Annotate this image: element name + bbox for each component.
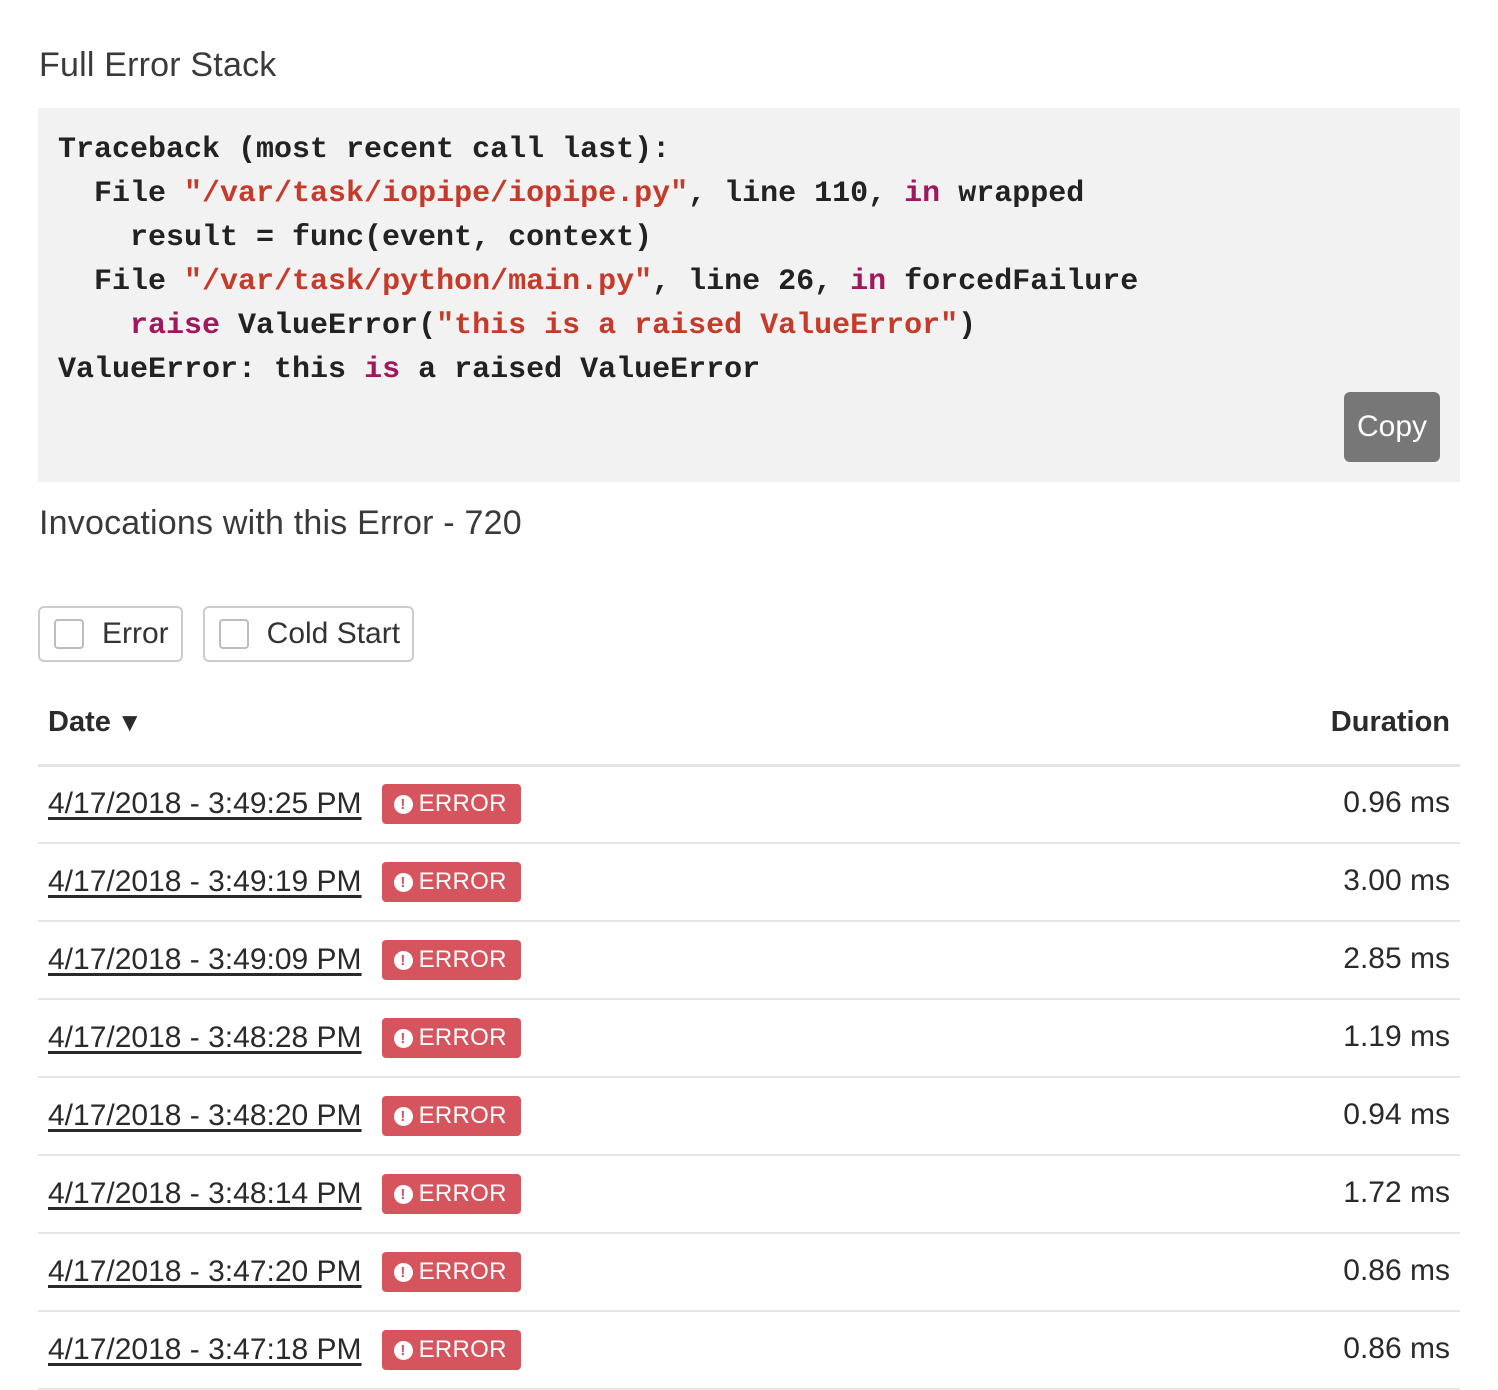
error-badge-label: ERROR	[418, 868, 507, 895]
error-badge-label: ERROR	[418, 790, 507, 817]
error-badge: ! ERROR	[381, 1330, 521, 1370]
stack-line: File "/var/task/iopipe/iopipe.py", line …	[58, 172, 1138, 216]
stack-text: a raised ValueError	[400, 353, 761, 387]
row-date-cell: 4/17/2018 - 3:49:09 PM! ERROR	[48, 940, 521, 980]
error-badge-label: ERROR	[418, 946, 507, 973]
stack-string: "this is a raised ValueError"	[436, 309, 959, 343]
table-row: 4/17/2018 - 3:47:20 PM! ERROR 0.86 ms	[38, 1234, 1460, 1312]
filter-error-label: Error	[102, 617, 169, 650]
stack-text: forcedFailure	[886, 265, 1139, 299]
invocation-date-link[interactable]: 4/17/2018 - 3:49:19 PM	[48, 865, 362, 899]
exclamation-icon: !	[393, 1184, 413, 1204]
stack-text	[58, 309, 130, 343]
stack-line: result = func(event, context)	[58, 216, 1138, 260]
exclamation-icon: !	[393, 1262, 413, 1282]
stack-keyword: is	[364, 353, 401, 387]
error-checkbox[interactable]	[54, 619, 84, 649]
stack-line: raise ValueError("this is a raised Value…	[58, 304, 1138, 348]
exclamation-icon: !	[393, 872, 413, 892]
error-badge: ! ERROR	[381, 1174, 521, 1214]
stack-line: Traceback (most recent call last):	[58, 128, 1138, 172]
stack-text: File	[58, 265, 185, 299]
invocation-duration: 0.86 ms	[1343, 1332, 1450, 1365]
exclamation-icon: !	[393, 1106, 413, 1126]
invocation-date-link[interactable]: 4/17/2018 - 3:47:18 PM	[48, 1333, 362, 1367]
row-date-cell: 4/17/2018 - 3:48:28 PM! ERROR	[48, 1018, 521, 1058]
invocation-duration: 0.94 ms	[1343, 1098, 1450, 1131]
stack-keyword: in	[850, 265, 887, 299]
invocation-duration: 3.00 ms	[1343, 864, 1450, 897]
invocation-duration: 2.85 ms	[1343, 942, 1450, 975]
invocations-table-header: Date ▼ Duration	[38, 690, 1460, 767]
invocation-duration: 1.19 ms	[1343, 1020, 1450, 1053]
error-badge: ! ERROR	[381, 1018, 521, 1058]
cold-start-checkbox[interactable]	[218, 619, 249, 649]
stack-keyword: in	[904, 177, 941, 211]
filter-cold-start-label: Cold Start	[266, 617, 401, 650]
copy-button[interactable]: Copy	[1344, 392, 1440, 462]
invocation-date-link[interactable]: 4/17/2018 - 3:49:09 PM	[48, 943, 362, 977]
stack-line: File "/var/task/python/main.py", line 26…	[58, 260, 1138, 304]
error-badge-label: ERROR	[418, 1180, 507, 1207]
row-date-cell: 4/17/2018 - 3:47:20 PM! ERROR	[48, 1252, 521, 1292]
table-row: 4/17/2018 - 3:48:28 PM! ERROR 1.19 ms	[38, 1000, 1460, 1078]
filter-bar: Error Cold Start	[38, 606, 415, 662]
error-badge-label: ERROR	[418, 1258, 507, 1285]
sort-descending-icon: ▼	[116, 707, 143, 737]
date-column-header[interactable]: Date ▼	[48, 706, 143, 739]
invocations-title: Invocations with this Error - 720	[39, 504, 522, 542]
stack-text: File	[58, 177, 185, 211]
filter-error[interactable]: Error	[38, 606, 183, 662]
invocation-duration: 1.72 ms	[1343, 1176, 1450, 1209]
error-badge: ! ERROR	[381, 1096, 521, 1136]
row-date-cell: 4/17/2018 - 3:48:14 PM! ERROR	[48, 1174, 521, 1214]
invocations-table-body: 4/17/2018 - 3:49:25 PM! ERROR 0.96 ms 4/17/…	[38, 766, 1460, 1390]
exclamation-icon: !	[393, 950, 413, 970]
table-row: 4/17/2018 - 3:49:09 PM! ERROR 2.85 ms	[38, 922, 1460, 1000]
row-date-cell: 4/17/2018 - 3:49:25 PM! ERROR	[48, 784, 521, 824]
invocation-date-link[interactable]: 4/17/2018 - 3:48:14 PM	[48, 1177, 362, 1211]
filter-cold-start[interactable]: Cold Start	[202, 606, 415, 662]
table-row: 4/17/2018 - 3:47:18 PM! ERROR 0.86 ms	[38, 1312, 1460, 1390]
stack-text: ValueError: this	[58, 353, 365, 387]
stack-text: result = func(event, context)	[58, 221, 653, 255]
row-date-cell: 4/17/2018 - 3:47:18 PM! ERROR	[48, 1330, 521, 1370]
stack-text: Traceback (most recent call last):	[58, 133, 671, 167]
stack-text: wrapped	[940, 177, 1085, 211]
error-badge-label: ERROR	[418, 1102, 507, 1129]
table-row: 4/17/2018 - 3:49:19 PM! ERROR 3.00 ms	[38, 844, 1460, 922]
invocation-date-link[interactable]: 4/17/2018 - 3:47:20 PM	[48, 1255, 362, 1289]
row-date-cell: 4/17/2018 - 3:49:19 PM! ERROR	[48, 862, 521, 902]
exclamation-icon: !	[393, 794, 413, 814]
row-date-cell: 4/17/2018 - 3:48:20 PM! ERROR	[48, 1096, 521, 1136]
error-badge: ! ERROR	[381, 1252, 521, 1292]
error-badge: ! ERROR	[381, 862, 521, 902]
stack-text: , line 26,	[652, 265, 851, 299]
invocation-duration: 0.96 ms	[1343, 786, 1450, 819]
exclamation-icon: !	[393, 1028, 413, 1048]
stack-keyword: raise	[130, 309, 221, 343]
invocation-date-link[interactable]: 4/17/2018 - 3:48:28 PM	[48, 1021, 362, 1055]
stack-string: "/var/task/python/main.py"	[184, 265, 653, 299]
invocation-date-link[interactable]: 4/17/2018 - 3:48:20 PM	[48, 1099, 362, 1133]
full-error-stack-title: Full Error Stack	[39, 46, 277, 84]
stack-string: "/var/task/iopipe/iopipe.py"	[184, 177, 689, 211]
duration-column-header[interactable]: Duration	[1331, 706, 1450, 739]
error-badge-label: ERROR	[418, 1336, 507, 1363]
table-row: 4/17/2018 - 3:48:14 PM! ERROR 1.72 ms	[38, 1156, 1460, 1234]
exclamation-icon: !	[393, 1340, 413, 1360]
table-row: 4/17/2018 - 3:49:25 PM! ERROR 0.96 ms	[38, 766, 1460, 844]
error-stack-trace: Traceback (most recent call last): File …	[58, 128, 1138, 392]
date-header-label: Date	[48, 706, 111, 738]
invocation-date-link[interactable]: 4/17/2018 - 3:49:25 PM	[48, 787, 362, 821]
stack-text: , line 110,	[688, 177, 905, 211]
error-badge-label: ERROR	[418, 1024, 507, 1051]
table-row: 4/17/2018 - 3:48:20 PM! ERROR 0.94 ms	[38, 1078, 1460, 1156]
stack-text: )	[958, 309, 977, 343]
error-badge: ! ERROR	[381, 784, 521, 824]
invocation-duration: 0.86 ms	[1343, 1254, 1450, 1287]
error-badge: ! ERROR	[381, 940, 521, 980]
stack-text: ValueError(	[220, 309, 437, 343]
stack-line: ValueError: this is a raised ValueError	[58, 348, 1138, 392]
